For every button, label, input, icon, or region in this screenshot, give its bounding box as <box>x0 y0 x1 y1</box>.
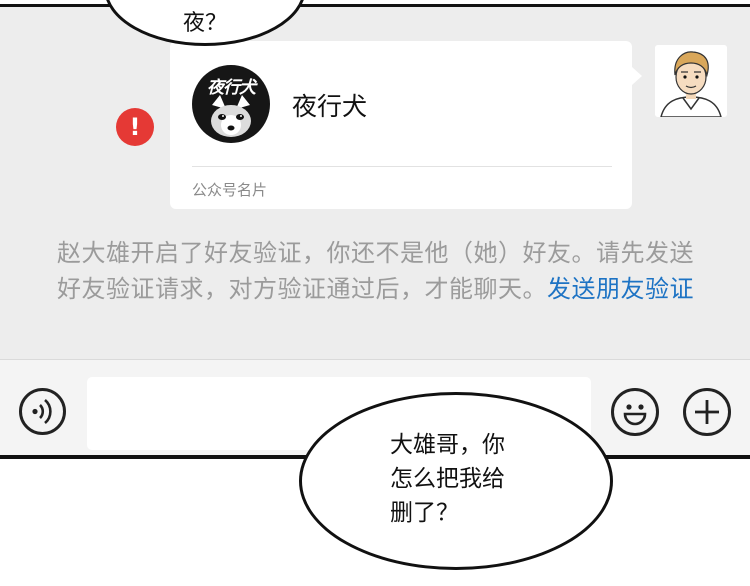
logo-lettering: 夜行犬 <box>207 78 256 98</box>
emoji-icon <box>623 404 647 426</box>
card-type-label: 公众号名片 <box>192 181 268 199</box>
speech-line: 大雄哥，你 <box>390 432 505 458</box>
voice-icon <box>32 399 52 424</box>
plus-icon <box>695 400 719 424</box>
speech-line: 删了？ <box>390 500 459 526</box>
user-avatar-icon <box>655 45 727 117</box>
chat-panel: 夜行犬 夜行犬 公众号名片 ! 赵大雄开启了好友验证，你还不是他（她）好友。请先… <box>0 4 750 459</box>
send-verification-link[interactable]: 发送朋友验证 <box>547 275 694 303</box>
emoji-button[interactable] <box>611 388 659 436</box>
avatar[interactable] <box>655 45 727 117</box>
card-divider <box>192 166 612 167</box>
speech-line: 怎么把我给 <box>390 466 505 492</box>
account-name: 夜行犬 <box>292 92 368 121</box>
official-account-card[interactable]: 夜行犬 夜行犬 公众号名片 <box>170 41 642 209</box>
exclamation-icon[interactable]: ! <box>116 108 154 146</box>
top-bubble-text: 夜？ <box>182 11 227 36</box>
friend-verification-notice: 赵大雄开启了好友验证，你还不是他（她）好友。请先发送好友验证请求，对方验证通过后… <box>57 235 717 307</box>
account-logo: 夜行犬 <box>192 65 270 143</box>
voice-button[interactable] <box>19 388 66 435</box>
more-button[interactable] <box>683 388 731 436</box>
speech-bubble-text: 大雄哥，你 怎么把我给 删了？ <box>390 428 540 530</box>
